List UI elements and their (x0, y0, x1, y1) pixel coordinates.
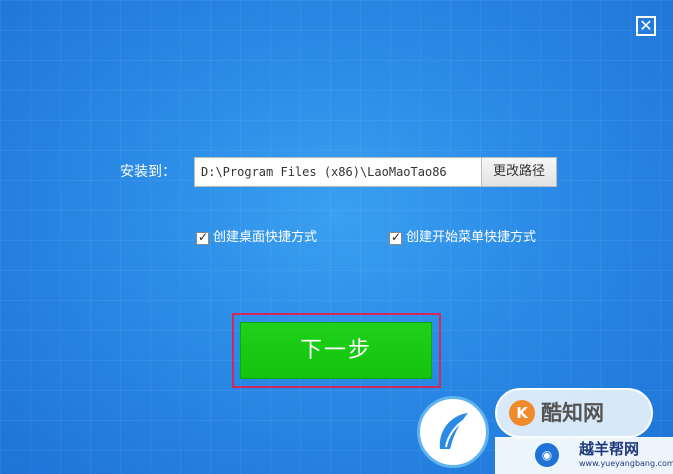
start-menu-shortcut-checkbox[interactable]: ✓ (389, 229, 402, 245)
check-icon: ✓ (391, 229, 402, 244)
desktop-shortcut-option[interactable]: ✓ 创建桌面快捷方式 (196, 229, 317, 247)
start-menu-shortcut-label: 创建开始菜单快捷方式 (406, 230, 537, 245)
feather-icon (439, 413, 468, 449)
watermark-badge-icon: K (509, 400, 535, 426)
install-to-label: 安装到： (120, 164, 176, 180)
watermark-badge: K 酷知网 (495, 388, 653, 438)
watermark-strip: ◉ 越羊帮网 www.yueyangbang.com (495, 437, 673, 474)
wifi-icon: ◉ (535, 443, 559, 467)
change-path-button[interactable]: 更改路径 (482, 157, 557, 187)
next-step-button[interactable]: 下一步 (240, 322, 432, 379)
close-icon[interactable]: ✕ (636, 16, 656, 36)
check-icon: ✓ (198, 229, 209, 244)
desktop-shortcut-label: 创建桌面快捷方式 (213, 230, 318, 245)
desktop-shortcut-checkbox[interactable]: ✓ (196, 229, 209, 245)
watermark-badge-text: 酷知网 (541, 401, 604, 425)
install-path-input[interactable] (194, 157, 482, 187)
watermark-strip-url: www.yueyangbang.com (579, 459, 673, 468)
watermark-strip-title: 越羊帮网 (579, 440, 640, 458)
start-menu-shortcut-option[interactable]: ✓ 创建开始菜单快捷方式 (389, 229, 536, 247)
watermark-logo-icon (417, 396, 489, 468)
